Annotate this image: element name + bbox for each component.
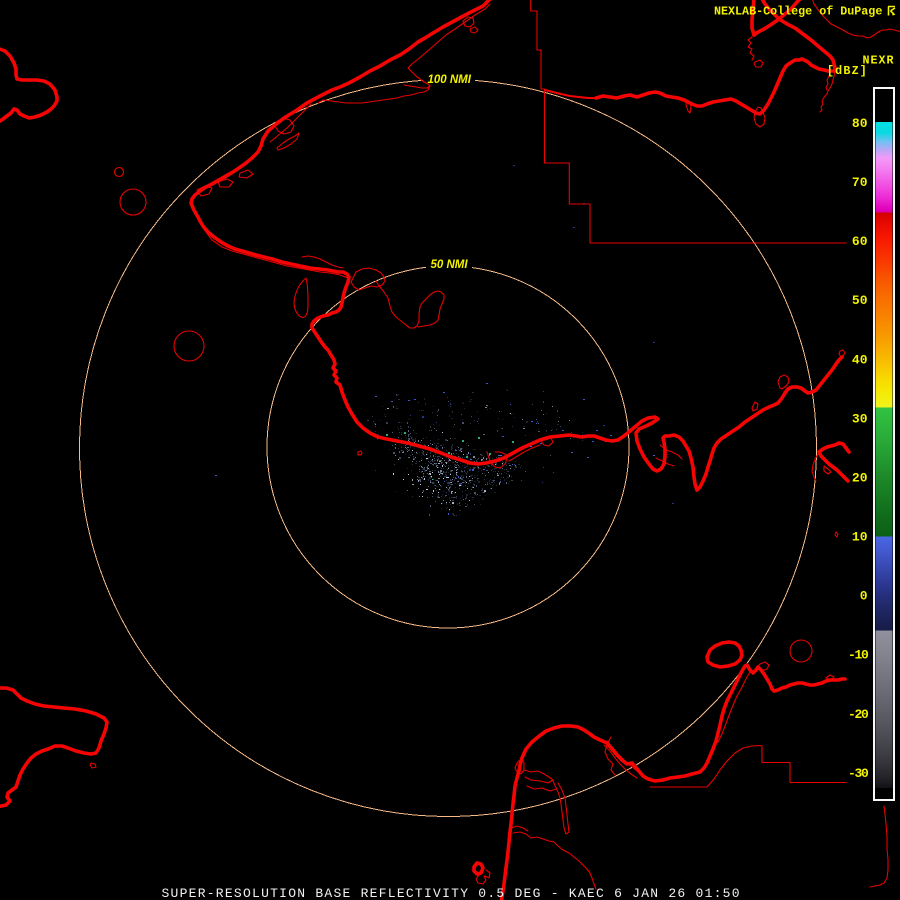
svg-text:20: 20	[852, 470, 868, 485]
svg-text:[dBZ]: [dBZ]	[827, 64, 868, 78]
svg-text:70: 70	[852, 175, 868, 190]
svg-text:NEXLAB-College of DuPage: NEXLAB-College of DuPage	[714, 5, 882, 19]
svg-text:-20: -20	[848, 707, 869, 722]
svg-text:-10: -10	[848, 648, 869, 663]
svg-text:10: 10	[852, 530, 868, 545]
svg-text:SUPER-RESOLUTION BASE REFLECTI: SUPER-RESOLUTION BASE REFLECTIVITY 0.5 D…	[162, 886, 741, 900]
svg-text:40: 40	[852, 352, 868, 367]
svg-text:80: 80	[852, 116, 868, 131]
svg-text:50 NMI: 50 NMI	[431, 259, 469, 271]
svg-text:-30: -30	[848, 766, 869, 781]
svg-text:30: 30	[852, 411, 868, 426]
svg-text:100 NMI: 100 NMI	[428, 74, 472, 86]
svg-text:50: 50	[852, 293, 868, 308]
svg-text:60: 60	[852, 234, 868, 249]
svg-text:0: 0	[860, 589, 868, 604]
